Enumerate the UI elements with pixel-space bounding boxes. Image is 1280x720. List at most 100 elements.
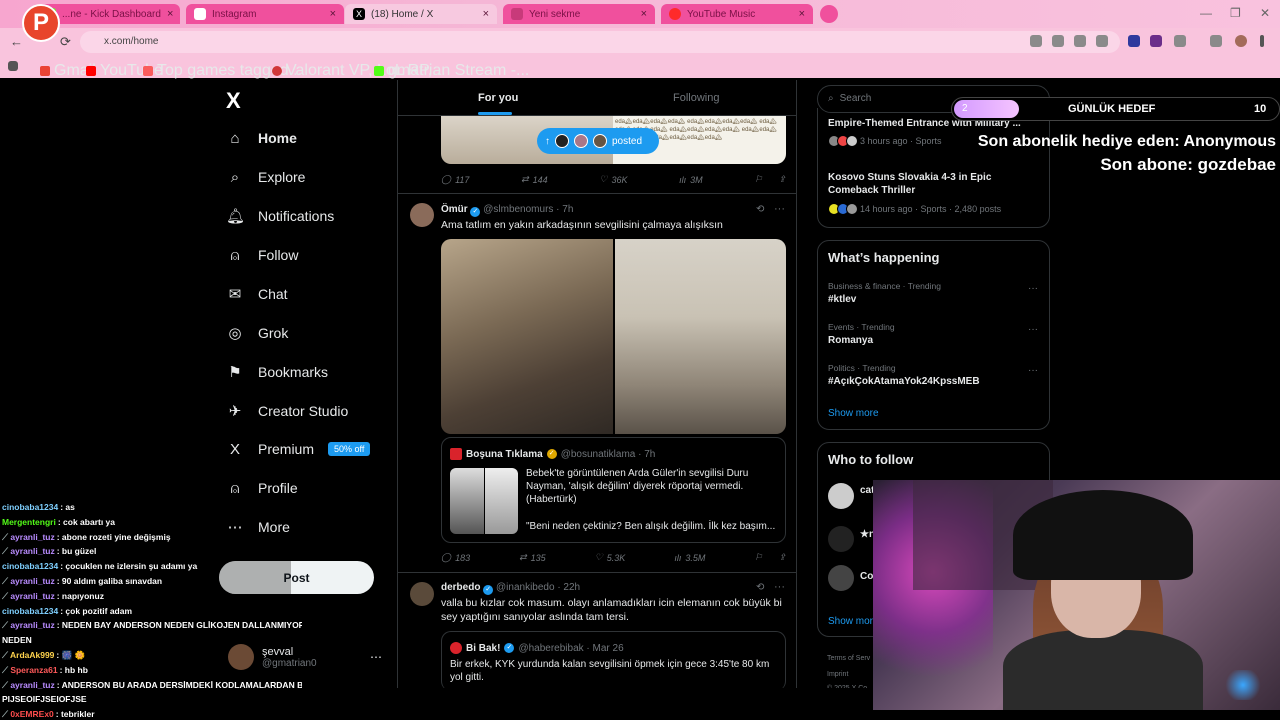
back-button[interactable]: ← [10, 34, 23, 49]
close-icon[interactable]: × [799, 8, 805, 20]
quoted-post[interactable]: Bi Bak! ✓ @haberebibak · Mar 26 Bir erke… [441, 631, 786, 688]
avatar[interactable] [410, 203, 434, 227]
repost-button[interactable]: ⇄ 144 [521, 174, 548, 185]
browser-tab-new[interactable]: Yeni sekme × [503, 4, 655, 24]
sidebar-item-notifications[interactable]: 🔔︎ Notifications [226, 204, 334, 228]
chat-username[interactable]: ayranli_tuz [10, 680, 54, 690]
share-icon[interactable]: ⇪ [778, 174, 786, 185]
sidebar-item-creator-studio[interactable]: ✈ Creator Studio [226, 399, 349, 423]
show-more-link[interactable]: Show more [828, 408, 879, 419]
new-posts-pill[interactable]: ↑ posted [537, 128, 659, 154]
apps-grid-icon[interactable] [8, 61, 18, 71]
profile-avatar-icon[interactable] [1235, 35, 1247, 47]
bookmark-button[interactable]: ⚐ ⇪ [754, 174, 786, 185]
translate-icon[interactable] [1030, 35, 1042, 47]
suggestion-name[interactable]: Co [860, 571, 873, 582]
reload-button[interactable]: ⟳ [60, 34, 71, 50]
close-icon[interactable]: × [167, 8, 173, 20]
more-icon[interactable]: ··· [1028, 324, 1038, 335]
grok-icon[interactable]: ⟲ [756, 204, 764, 215]
chat-username[interactable]: cinobaba1234 [2, 606, 58, 616]
more-icon[interactable]: ··· [774, 581, 785, 593]
account-more-icon[interactable]: ⋯ [370, 650, 382, 664]
bookmark-icon: ⚐ [754, 552, 763, 562]
show-more-link[interactable]: Show mor [828, 616, 873, 627]
more-icon[interactable]: ··· [774, 203, 785, 215]
minimize-button[interactable]: — [1200, 6, 1212, 20]
sidebar-item-profile[interactable]: ⍝ Profile [226, 476, 297, 500]
post-photo[interactable] [441, 239, 786, 434]
trend-name[interactable]: Romanya [828, 335, 873, 346]
menu-icon[interactable] [1210, 35, 1222, 47]
maximize-button[interactable]: ❐ [1230, 6, 1241, 20]
grok-icon[interactable]: ⟲ [756, 582, 764, 593]
shield-extension-icon[interactable] [1128, 35, 1140, 47]
trend-name[interactable]: #AçıkÇokAtamaYok24KpssMEB [828, 376, 980, 387]
more-icon[interactable]: ··· [1028, 283, 1038, 294]
reply-button[interactable]: ◯ 117 [441, 174, 469, 185]
reply-button[interactable]: ◯ 183 [441, 552, 470, 563]
close-icon[interactable]: × [483, 8, 489, 20]
chat-username[interactable]: Speranza61 [10, 665, 57, 675]
bookmark-button[interactable]: ⚐ ⇪ [754, 552, 786, 563]
chat-username[interactable]: ayranli_tuz [10, 546, 54, 556]
avatar[interactable] [410, 582, 434, 606]
more-icon[interactable]: ··· [1028, 365, 1038, 376]
sidebar-item-home[interactable]: ⌂ Home [226, 126, 296, 150]
trend-name[interactable]: #ktlev [828, 294, 856, 305]
puzzle-icon[interactable] [1174, 35, 1186, 47]
chat-username[interactable]: ayranli_tuz [10, 620, 54, 630]
chat-username[interactable]: cinobaba1234 [2, 502, 58, 512]
chat-username[interactable]: ArdaAk999 [10, 650, 54, 660]
chat-username[interactable]: Mergentengri [2, 517, 56, 527]
url-field[interactable]: x.com/home [80, 31, 1120, 53]
browser-tab-youtube-music[interactable]: YouTube Music × [661, 4, 813, 24]
sidebar-item-explore[interactable]: ⌕ Explore [226, 165, 306, 189]
browser-tab-x[interactable]: X (18) Home / X × [345, 4, 497, 24]
chat-username[interactable]: 0xEMREx0 [10, 709, 53, 719]
close-icon[interactable]: × [330, 8, 336, 20]
author-name[interactable]: derbedo [441, 582, 480, 593]
star-icon[interactable] [1096, 35, 1108, 47]
tab-following[interactable]: Following [673, 92, 719, 104]
divider [398, 572, 796, 573]
extension-icon[interactable] [1150, 35, 1162, 47]
sidebar-item-premium[interactable]: X Premium 50% off [226, 437, 371, 461]
author-name[interactable]: Ömür [441, 204, 468, 215]
sidebar-item-bookmarks[interactable]: ⚑ Bookmarks [226, 360, 328, 384]
tab-for-you[interactable]: For you [478, 92, 518, 104]
repost-button[interactable]: ⇄ 135 [519, 552, 546, 563]
cast-icon[interactable] [1052, 35, 1064, 47]
views-button[interactable]: ılı 3M [679, 174, 703, 185]
sidebar-item-chat[interactable]: ✉ Chat [226, 282, 288, 306]
chat-username[interactable]: ayranli_tuz [10, 576, 54, 586]
close-window-button[interactable]: ✕ [1260, 6, 1270, 20]
author-handle[interactable]: @inankibedo · 22h [496, 582, 580, 593]
verified-icon: ✓ [483, 585, 494, 595]
chat-username[interactable]: cinobaba1234 [2, 561, 58, 571]
avatar[interactable] [828, 483, 854, 509]
news-title[interactable]: Kosovo Stuns Slovakia 4-3 in Epic Comeba… [828, 171, 1028, 197]
kebab-menu-icon[interactable] [1260, 35, 1264, 47]
sidebar-item-grok[interactable]: ◎ Grok [226, 321, 288, 345]
active-tab-indicator [478, 112, 512, 115]
browser-tab-instagram[interactable]: Instagram × [186, 4, 344, 24]
footer-imprint-link[interactable]: Imprint [827, 671, 848, 678]
sidebar-item-follow[interactable]: ⍝ Follow [226, 243, 298, 267]
views-button[interactable]: ılı 3.5M [674, 552, 705, 563]
like-button[interactable]: ♡ 5.3K [595, 552, 626, 563]
footer-terms-link[interactable]: Terms of Serv [827, 655, 870, 662]
chat-username[interactable]: ayranli_tuz [10, 532, 54, 542]
avatar[interactable] [828, 526, 854, 552]
bookmark-kick[interactable]: gmatrian Stream -... [374, 62, 529, 80]
quoted-post[interactable]: Boşuna Tıklama ✓ @bosunatiklama · 7h Beb… [441, 437, 786, 543]
x-logo-icon[interactable]: X [226, 88, 241, 114]
chat-username[interactable]: ayranli_tuz [10, 591, 54, 601]
share-icon[interactable]: ⇪ [778, 552, 786, 563]
new-tab-button[interactable] [820, 5, 838, 23]
avatar[interactable] [828, 565, 854, 591]
author-handle[interactable]: @slmbenomurs · 7h [483, 204, 573, 215]
key-icon[interactable] [1074, 35, 1086, 47]
close-icon[interactable]: × [641, 8, 647, 20]
like-button[interactable]: ♡ 36K [599, 174, 627, 185]
